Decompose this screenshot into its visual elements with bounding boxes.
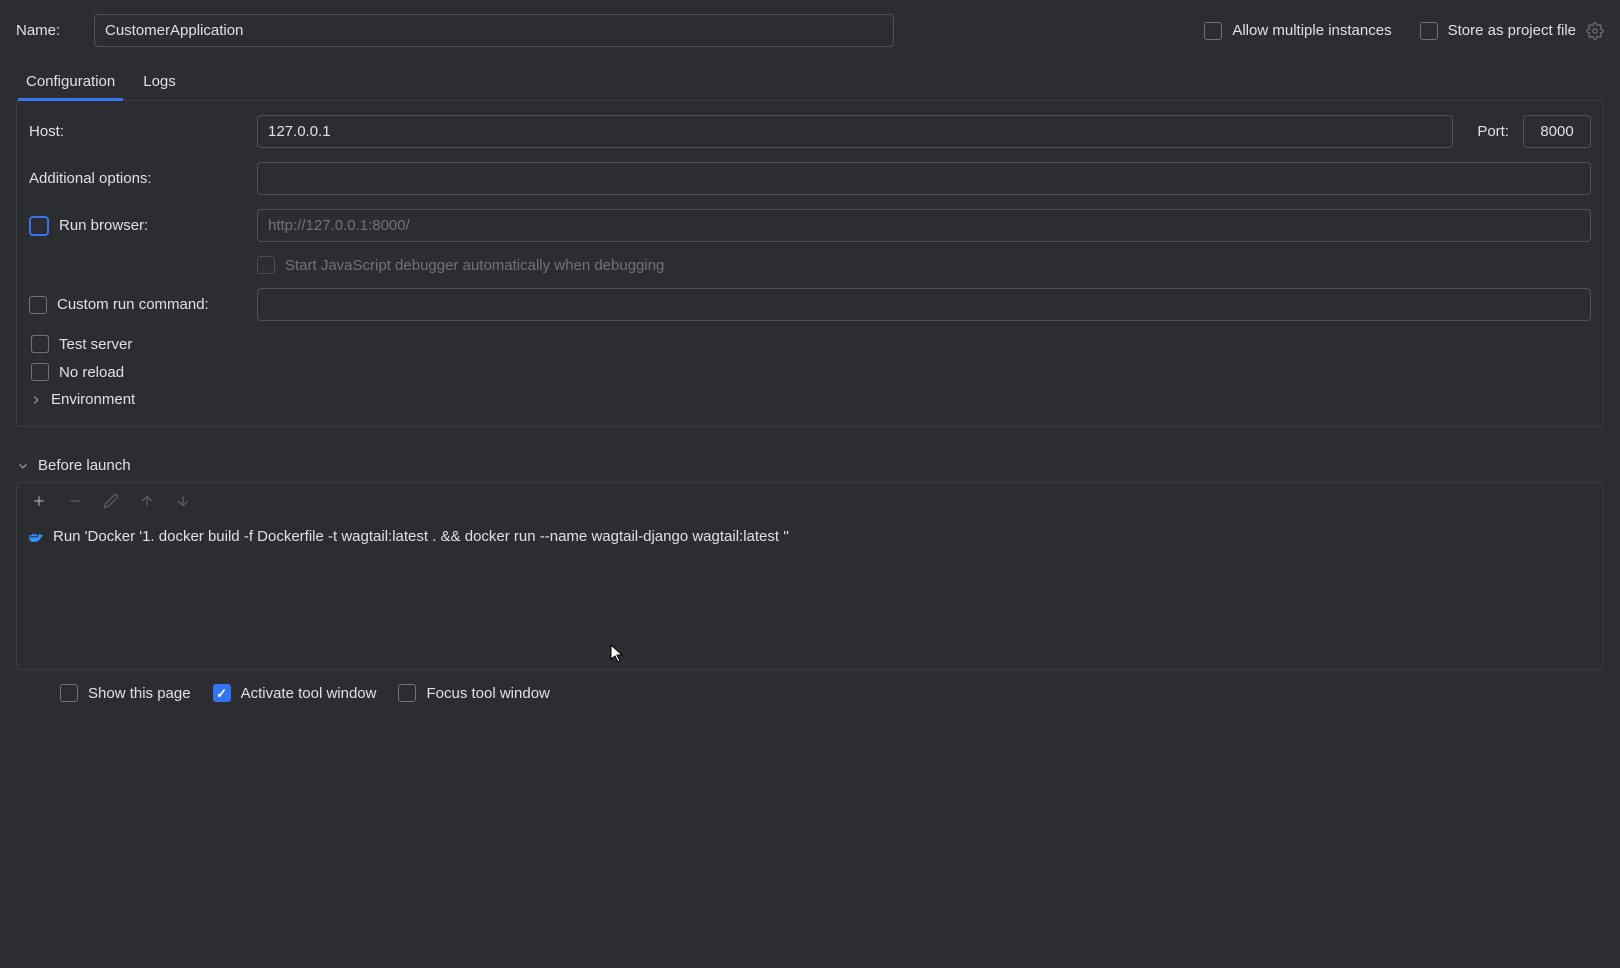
additional-options-label: Additional options: bbox=[29, 170, 243, 187]
environment-section[interactable]: Environment bbox=[29, 391, 1591, 408]
gear-icon[interactable] bbox=[1586, 22, 1604, 40]
port-input[interactable] bbox=[1523, 115, 1591, 148]
activate-tool-window-label: Activate tool window bbox=[241, 685, 377, 702]
test-server-label: Test server bbox=[59, 336, 132, 353]
tab-configuration[interactable]: Configuration bbox=[26, 65, 115, 100]
move-down-icon bbox=[175, 493, 191, 509]
remove-icon bbox=[67, 493, 83, 509]
custom-run-checkbox[interactable] bbox=[29, 296, 47, 314]
before-launch-task-text: Run 'Docker '1. docker build -f Dockerfi… bbox=[53, 528, 789, 545]
custom-run-input bbox=[257, 288, 1591, 321]
store-as-project-label: Store as project file bbox=[1448, 22, 1576, 39]
allow-multiple-label: Allow multiple instances bbox=[1232, 22, 1391, 39]
name-input[interactable] bbox=[94, 14, 894, 47]
focus-tool-window-label: Focus tool window bbox=[426, 685, 549, 702]
before-launch-header[interactable]: Before launch bbox=[16, 457, 1604, 474]
run-browser-input bbox=[257, 209, 1591, 242]
show-this-page-checkbox[interactable] bbox=[60, 684, 78, 702]
add-icon[interactable] bbox=[31, 493, 47, 509]
custom-run-label: Custom run command: bbox=[57, 296, 209, 313]
environment-label: Environment bbox=[51, 391, 135, 408]
no-reload-checkbox[interactable] bbox=[31, 363, 49, 381]
allow-multiple-checkbox[interactable] bbox=[1204, 22, 1222, 40]
store-as-project-checkbox[interactable] bbox=[1420, 22, 1438, 40]
chevron-down-icon bbox=[16, 459, 30, 473]
additional-options-input[interactable] bbox=[257, 162, 1591, 195]
run-browser-label: Run browser: bbox=[59, 217, 148, 234]
activate-tool-window-checkbox[interactable] bbox=[213, 684, 231, 702]
chevron-right-icon bbox=[29, 393, 43, 407]
tab-logs[interactable]: Logs bbox=[143, 65, 176, 100]
name-label: Name: bbox=[16, 22, 80, 39]
start-js-debugger-label: Start JavaScript debugger automatically … bbox=[285, 257, 664, 274]
start-js-debugger-checkbox bbox=[257, 256, 275, 274]
port-label: Port: bbox=[1477, 123, 1509, 140]
run-browser-checkbox[interactable] bbox=[29, 216, 49, 236]
edit-icon bbox=[103, 493, 119, 509]
focus-tool-window-checkbox[interactable] bbox=[398, 684, 416, 702]
before-launch-title: Before launch bbox=[38, 457, 131, 474]
no-reload-label: No reload bbox=[59, 364, 124, 381]
host-input[interactable] bbox=[257, 115, 1453, 148]
move-up-icon bbox=[139, 493, 155, 509]
show-this-page-label: Show this page bbox=[88, 685, 191, 702]
test-server-checkbox[interactable] bbox=[31, 335, 49, 353]
docker-icon bbox=[27, 527, 45, 545]
before-launch-task[interactable]: Run 'Docker '1. docker build -f Dockerfi… bbox=[17, 523, 1603, 549]
host-label: Host: bbox=[29, 123, 243, 140]
